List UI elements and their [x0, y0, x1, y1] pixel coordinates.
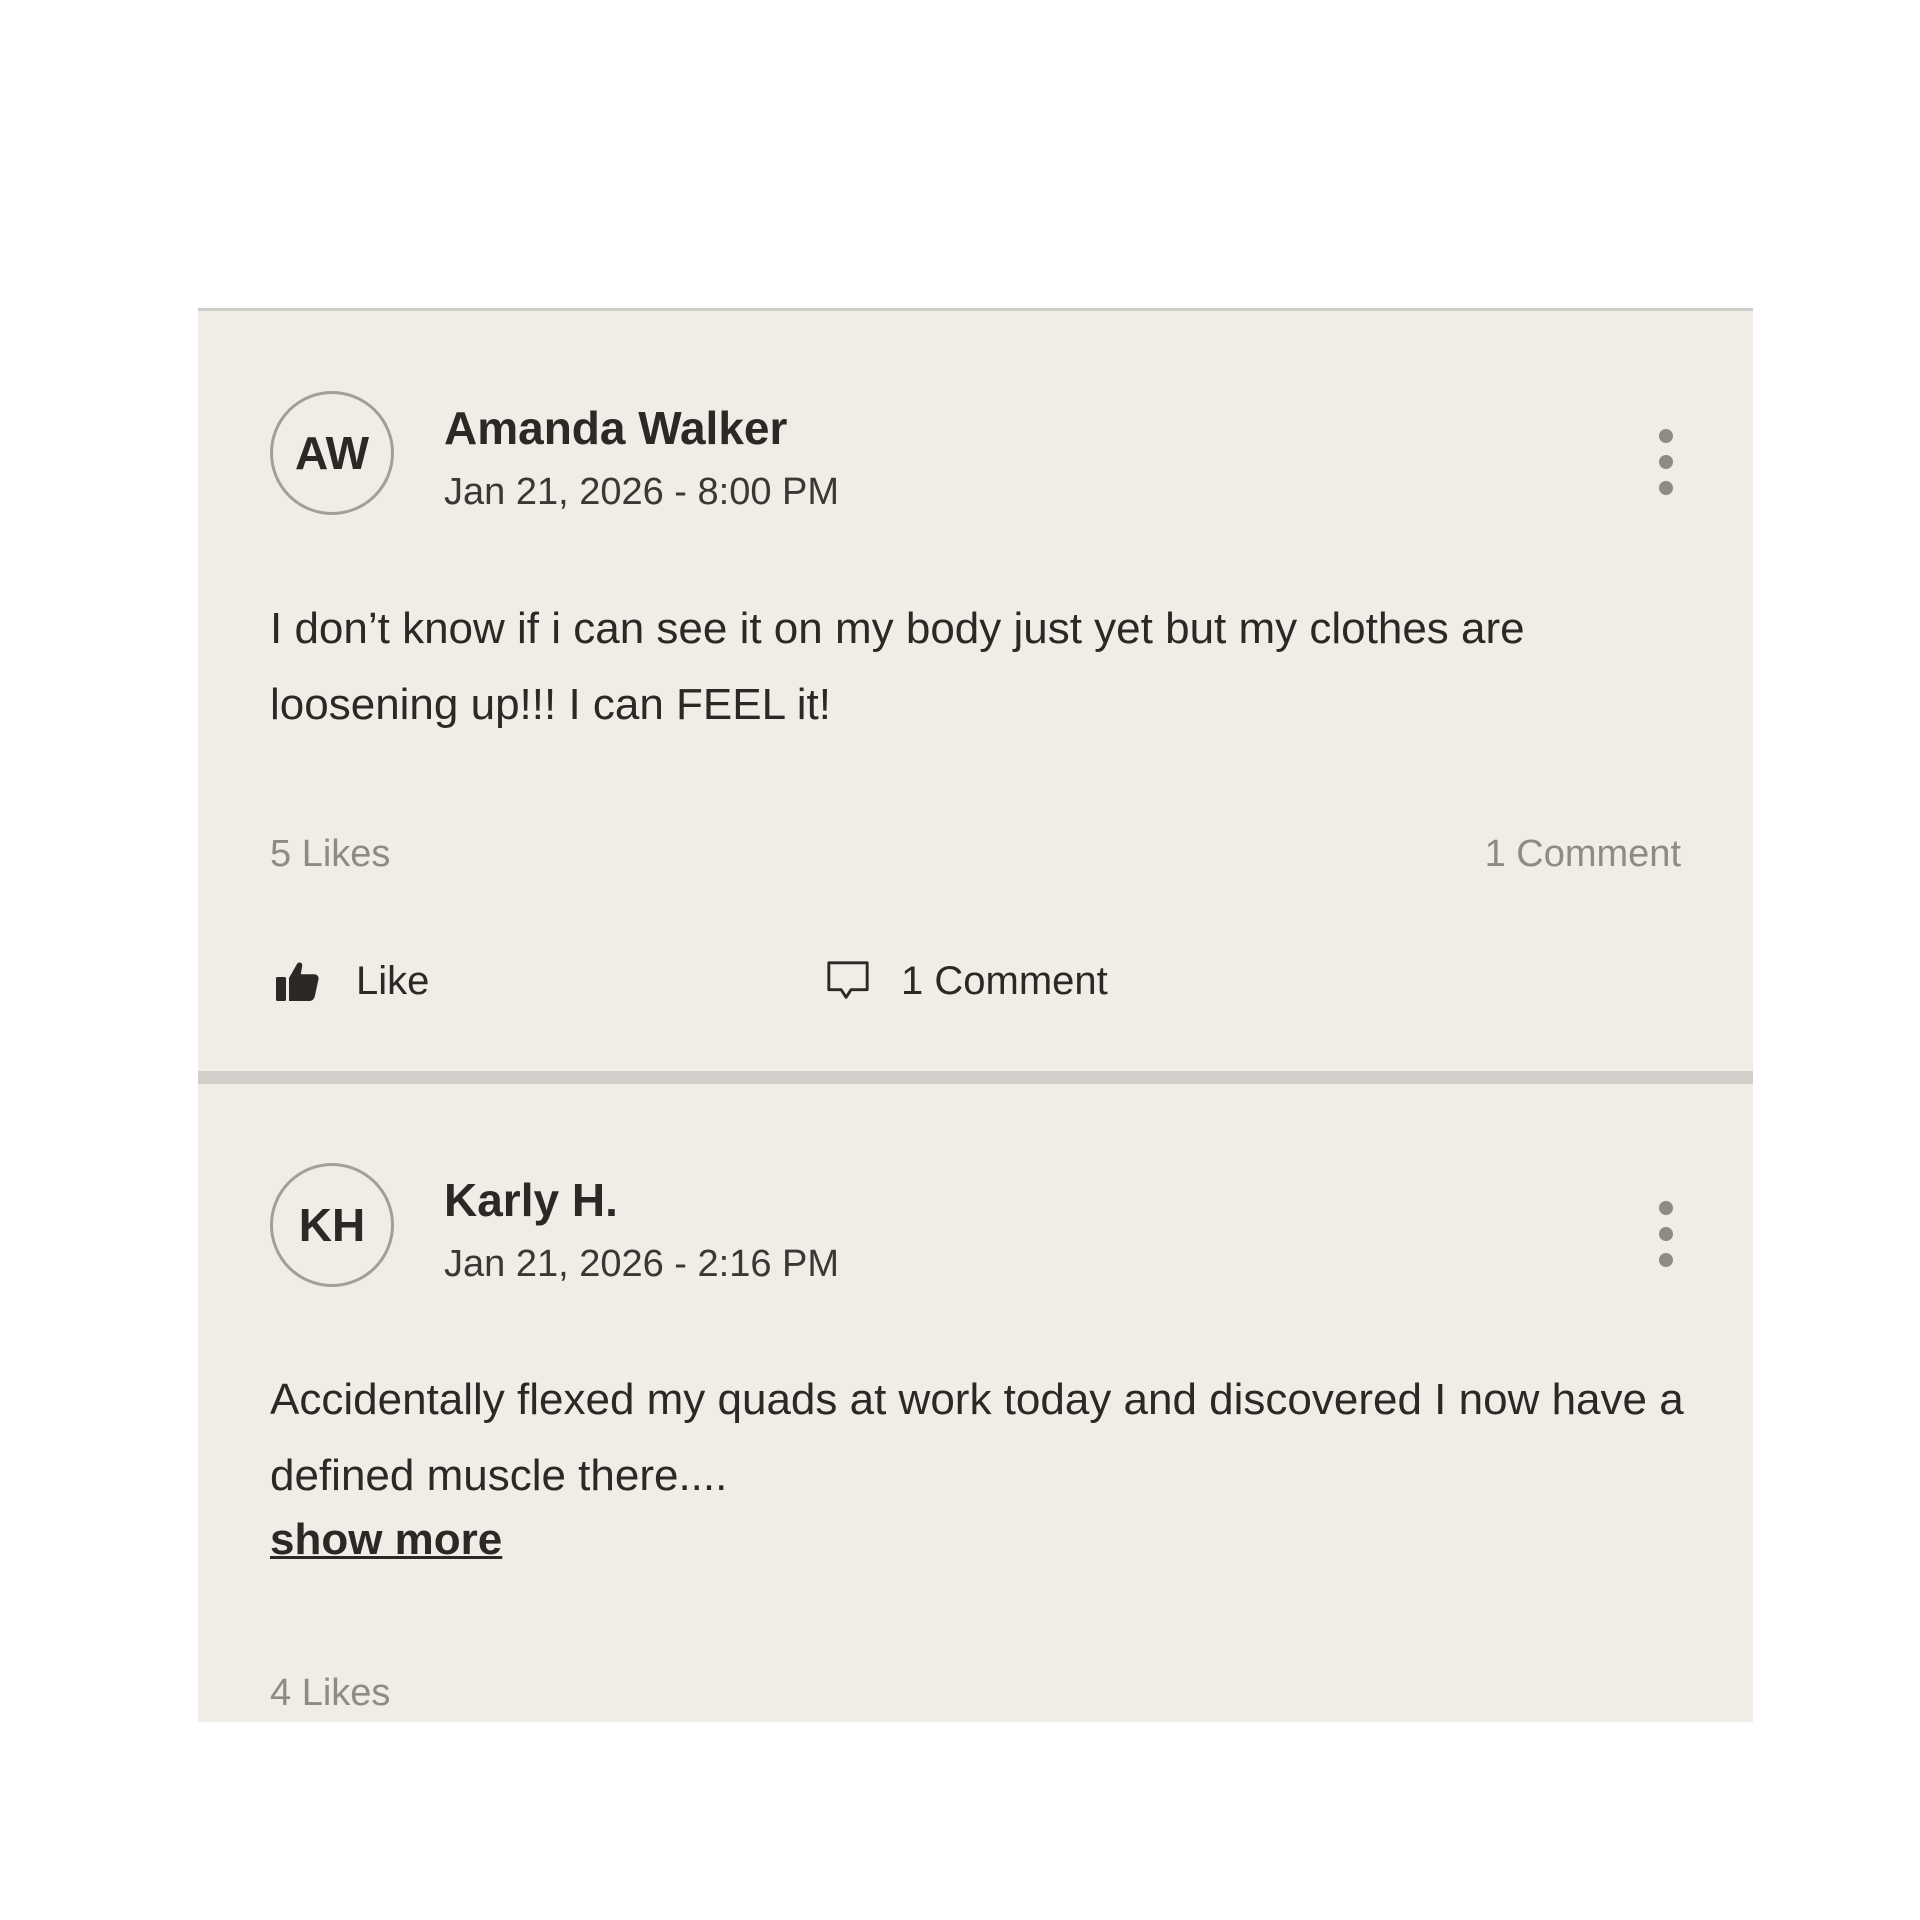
thumbs-up-icon — [270, 953, 326, 1009]
more-options-button[interactable] — [1651, 429, 1681, 495]
avatar[interactable]: KH — [270, 1163, 394, 1287]
more-vertical-icon-dot — [1659, 455, 1673, 469]
post-text: Accidentally flexed my quads at work tod… — [270, 1375, 1684, 1500]
more-options-button[interactable] — [1651, 1201, 1681, 1267]
author-name[interactable]: Amanda Walker — [444, 401, 787, 455]
post-card: AW Amanda Walker Jan 21, 2026 - 8:00 PM … — [198, 311, 1753, 1071]
post-card: KH Karly H. Jan 21, 2026 - 2:16 PM Accid… — [198, 1084, 1753, 1722]
post-timestamp: Jan 21, 2026 - 2:16 PM — [444, 1243, 840, 1285]
more-vertical-icon-dot — [1659, 1253, 1673, 1267]
comment-label: 1 Comment — [901, 958, 1108, 1003]
author-name[interactable]: Karly H. — [444, 1173, 618, 1227]
comments-count[interactable]: 1 Comment — [1485, 833, 1681, 876]
more-vertical-icon — [1659, 1201, 1673, 1215]
more-vertical-icon-dot — [1659, 1227, 1673, 1241]
show-more-link[interactable]: show more — [270, 1515, 502, 1565]
post-divider — [198, 1071, 1753, 1084]
like-label: Like — [356, 958, 430, 1003]
like-button[interactable]: Like — [270, 951, 429, 1011]
comment-button[interactable]: 1 Comment — [820, 951, 1108, 1011]
likes-count[interactable]: 4 Likes — [270, 1672, 390, 1715]
more-vertical-icon — [1659, 429, 1673, 443]
likes-count[interactable]: 5 Likes — [270, 833, 390, 876]
more-vertical-icon-dot — [1659, 481, 1673, 495]
post-timestamp: Jan 21, 2026 - 8:00 PM — [444, 471, 840, 513]
post-feed: AW Amanda Walker Jan 21, 2026 - 8:00 PM … — [198, 308, 1753, 1722]
avatar[interactable]: AW — [270, 391, 394, 515]
comment-bubble-icon — [820, 953, 876, 1009]
post-text: I don’t know if i can see it on my body … — [270, 604, 1525, 729]
